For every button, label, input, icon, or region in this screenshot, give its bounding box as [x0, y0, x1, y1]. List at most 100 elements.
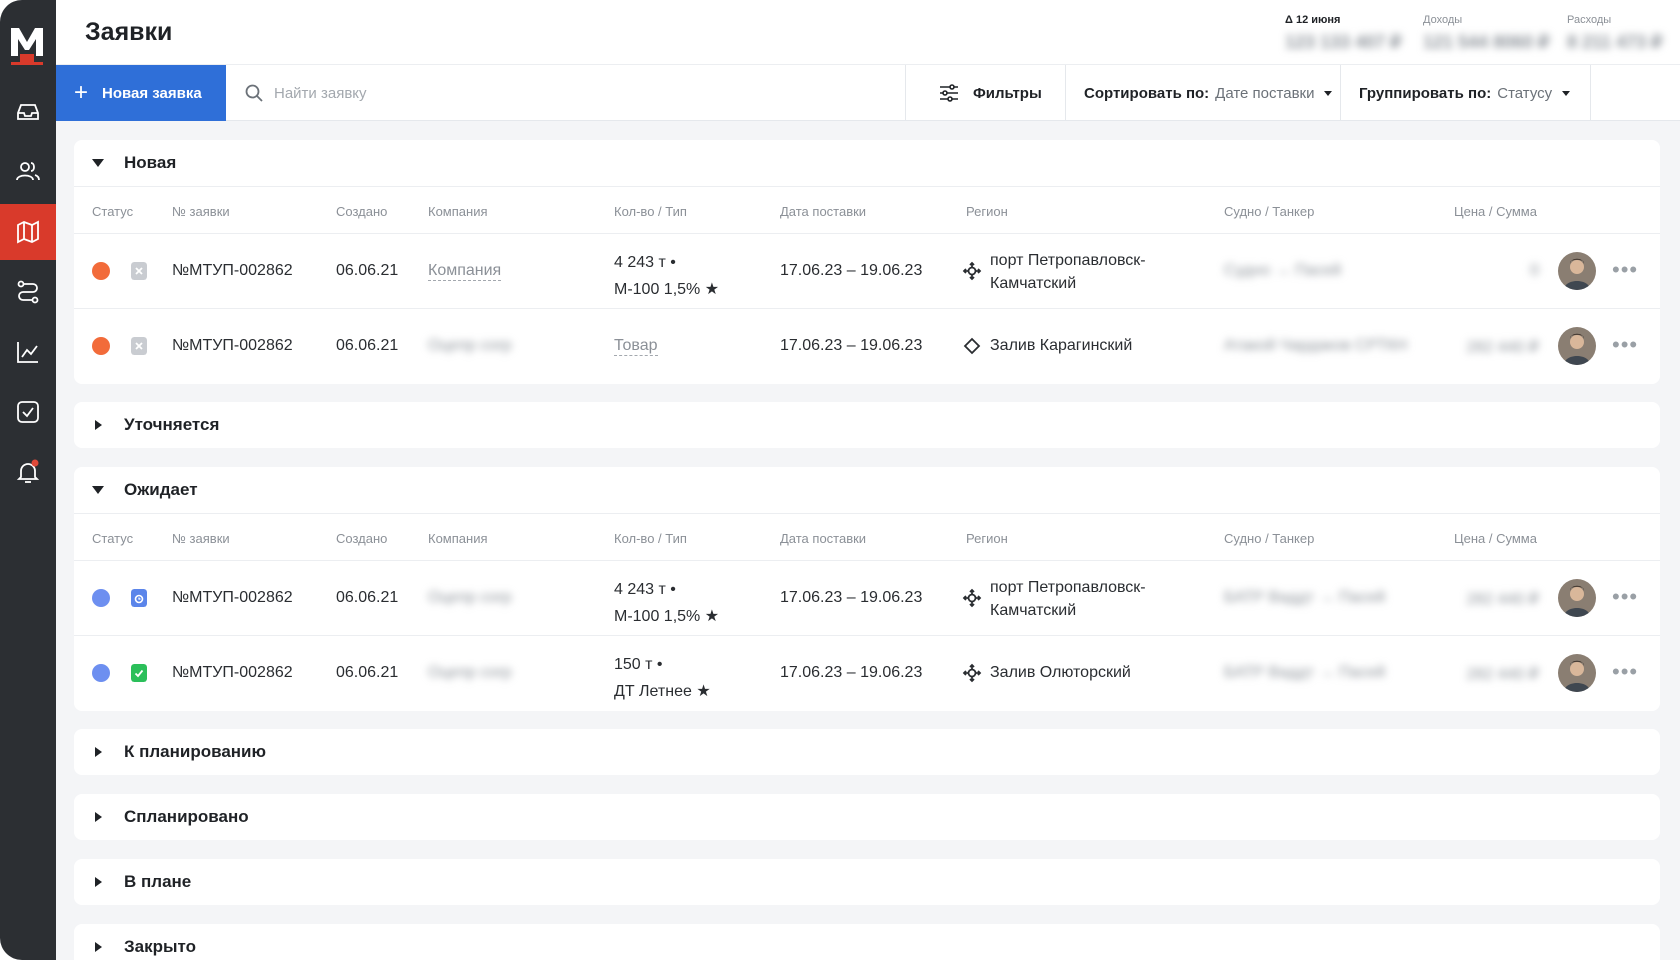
requests-list: Новая Статус № заявки Создано Компания К… — [56, 121, 1680, 960]
diamond-icon — [963, 337, 981, 355]
quantity-type: 4 243 т • М-100 1,5% ★ — [614, 249, 719, 303]
company-link[interactable]: Компания — [428, 262, 502, 281]
crosshair-icon — [962, 663, 982, 683]
filters-button[interactable]: Фильтры — [906, 65, 1066, 121]
request-number[interactable]: №МТУП-002862 — [172, 664, 293, 682]
table-header: Статус № заявки Создано Компания Кол-во … — [74, 186, 1660, 234]
table-row[interactable]: №МТУП-002862 06.06.21 Оцепр сorp 4 243 т… — [74, 561, 1660, 636]
column-region: Регион — [966, 204, 1008, 219]
group-to-planning: К планированию — [74, 729, 1660, 775]
logo-icon[interactable] — [9, 24, 45, 66]
sidebar-item-map[interactable] — [0, 204, 56, 260]
column-price: Цена / Сумма — [1454, 531, 1537, 546]
sidebar-item-analytics[interactable] — [0, 324, 56, 380]
delivery-dates: 17.06.23 – 19.06.23 — [780, 664, 923, 681]
group-title: Спланировано — [124, 807, 249, 826]
request-number[interactable]: №МТУП-002862 — [172, 589, 293, 607]
kpi-expenses-label: Расходы — [1567, 14, 1612, 26]
column-created: Создано — [336, 204, 388, 219]
new-request-button[interactable]: + Новая заявка — [56, 65, 226, 121]
more-actions-icon[interactable]: ••• — [1612, 584, 1638, 610]
table-row[interactable]: №МТУП-002862 06.06.21 Оцепр сorp 150 т •… — [74, 636, 1660, 711]
group-title: Уточняется — [124, 415, 220, 434]
group-label: Группировать по: — [1359, 84, 1492, 102]
users-icon — [16, 162, 40, 181]
document-pending-icon — [131, 589, 147, 607]
caret-down-icon — [92, 486, 104, 494]
caret-right-icon — [95, 420, 102, 430]
price: 282 440 ₽ — [1466, 339, 1539, 356]
group-title: В плане — [124, 872, 192, 891]
kpi-delta-label: Δ 12 июня — [1285, 14, 1341, 26]
price: 0 — [1530, 262, 1539, 279]
group-header-waiting[interactable]: Ожидает — [74, 467, 1660, 513]
sort-label: Сортировать по: — [1084, 84, 1210, 102]
group-title: Новая — [124, 153, 177, 172]
table-row[interactable]: №МТУП-002862 06.06.21 Компания 4 243 т •… — [74, 234, 1660, 309]
request-number[interactable]: №МТУП-002862 — [172, 337, 293, 355]
sidebar-item-notifications[interactable] — [0, 444, 56, 500]
sidebar-item-tasks[interactable] — [0, 384, 56, 440]
region: Залив Карагинский — [990, 337, 1133, 354]
group-dropdown[interactable]: Группировать по: Статусу — [1341, 65, 1591, 121]
quantity: 4 243 т • — [614, 581, 676, 598]
table-row[interactable]: №МТУП-002862 06.06.21 Оцепр сorp Товар 1… — [74, 309, 1660, 384]
filters-label: Фильтры — [973, 84, 1042, 102]
column-price: Цена / Сумма — [1454, 204, 1537, 219]
chart-icon — [17, 342, 38, 363]
avatar[interactable] — [1558, 579, 1596, 617]
status-dot — [92, 589, 110, 607]
sidebar-item-routes[interactable] — [0, 264, 56, 320]
group-header-clarifying[interactable]: Уточняется — [74, 402, 1660, 448]
more-actions-icon[interactable]: ••• — [1612, 659, 1638, 685]
avatar[interactable] — [1558, 327, 1596, 365]
column-status: Статус — [92, 531, 134, 546]
column-vessel: Судно / Танкер — [1224, 531, 1315, 546]
group-header-new[interactable]: Новая — [74, 140, 1660, 186]
group-planned: Спланировано — [74, 794, 1660, 840]
vessel: БАТР Ваддт → Пасей — [1224, 664, 1386, 681]
checkbox-icon — [17, 401, 39, 423]
document-rejected-icon — [131, 262, 147, 280]
group-header-to-planning[interactable]: К планированию — [74, 729, 1660, 775]
vessel: БАТР Ваддт → Пасей — [1224, 589, 1386, 606]
column-quantity: Кол-во / Тип — [614, 204, 687, 219]
request-number[interactable]: №МТУП-002862 — [172, 262, 293, 280]
group-header-in-plan[interactable]: В плане — [74, 859, 1660, 905]
document-approved-icon — [131, 664, 147, 682]
avatar[interactable] — [1558, 654, 1596, 692]
region-line: порт Петропавловск- — [990, 579, 1146, 596]
search-box — [226, 65, 906, 121]
column-status: Статус — [92, 204, 134, 219]
sort-dropdown[interactable]: Сортировать по: Дате поставки — [1066, 65, 1341, 121]
group-new: Новая Статус № заявки Создано Компания К… — [74, 140, 1660, 384]
kpi-delta: Δ 12 июня 123 133 407 ₽ — [1285, 14, 1402, 53]
group-header-closed[interactable]: Закрыто — [74, 924, 1660, 960]
inbox-icon — [17, 104, 39, 120]
company-name: Оцепр сorp — [428, 589, 512, 606]
group-waiting: Ожидает Статус № заявки Создано Компания… — [74, 467, 1660, 711]
price: 282 440 ₽ — [1466, 591, 1539, 608]
delivery-dates: 17.06.23 – 19.06.23 — [780, 589, 923, 606]
kpi-expenses: Расходы 8 211 473 ₽ — [1567, 14, 1663, 53]
sidebar-item-users[interactable] — [0, 144, 56, 200]
caret-right-icon — [95, 812, 102, 822]
route-icon — [17, 280, 39, 304]
created-date: 06.06.21 — [336, 337, 399, 354]
sidebar-item-inbox[interactable] — [0, 84, 56, 140]
column-delivery-date: Дата поставки — [780, 204, 867, 219]
product-link[interactable]: Товар — [614, 337, 658, 356]
product-type: М-100 1,5% ★ — [614, 281, 720, 298]
column-company: Компания — [428, 531, 488, 546]
toolbar: + Новая заявка Фильтры Сортировать по: Д… — [56, 65, 1680, 121]
crosshair-icon — [962, 588, 982, 608]
quantity: 4 243 т • — [614, 254, 676, 271]
column-region: Регион — [966, 531, 1008, 546]
new-request-label: Новая заявка — [102, 84, 202, 102]
quantity-type: 150 т • ДТ Летнее ★ — [614, 651, 711, 705]
more-actions-icon[interactable]: ••• — [1612, 257, 1638, 283]
group-header-planned[interactable]: Спланировано — [74, 794, 1660, 840]
avatar[interactable] — [1558, 252, 1596, 290]
search-input[interactable] — [274, 84, 834, 102]
more-actions-icon[interactable]: ••• — [1612, 332, 1638, 358]
